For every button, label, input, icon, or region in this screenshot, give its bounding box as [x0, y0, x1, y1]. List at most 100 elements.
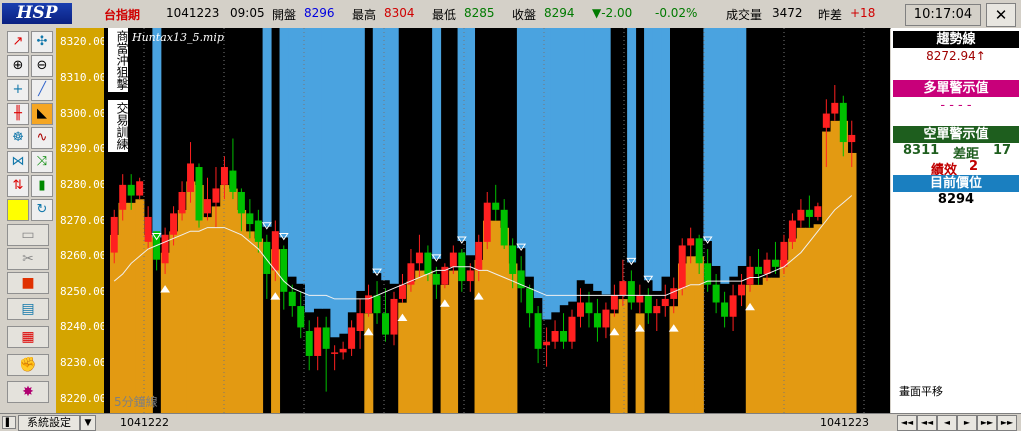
up-down-icon[interactable]: ⇅ [7, 175, 29, 197]
current-price-value: 8294 [937, 192, 975, 207]
nav-forward-button[interactable]: ► [957, 415, 977, 431]
nav-first-button[interactable]: ◄◄ [897, 415, 917, 431]
candle-body [119, 184, 127, 210]
menu-toggle-icon[interactable]: ▌ [2, 416, 16, 429]
bear-zone-bar [338, 28, 348, 334]
bull-zone-bar [126, 202, 136, 413]
strategy-tag: 商當沖狙擊 [108, 28, 129, 92]
split-icon[interactable]: ╫ [7, 103, 29, 125]
bull-zone-bar [203, 217, 213, 413]
candle-body [178, 191, 186, 214]
indicator-icon[interactable]: ☸ [7, 127, 29, 149]
bull-zone-bar [830, 120, 840, 413]
candle-body [187, 163, 195, 192]
bull-zone-bar [423, 270, 433, 413]
burst-icon[interactable]: ✸ [7, 381, 49, 403]
wave-icon[interactable]: ∿ [31, 127, 53, 149]
nav-page-forward-button[interactable]: ►► [977, 415, 997, 431]
zoom-out-icon[interactable]: ⊖ [31, 55, 53, 77]
candle-body [373, 295, 381, 314]
prev-diff-value: +18 [850, 6, 876, 20]
candle-body [398, 284, 406, 299]
short-alert-value: 8311 [903, 143, 940, 158]
bull-zone-bar [805, 227, 815, 413]
grid-icon[interactable]: ▦ [7, 326, 49, 348]
candle-body [432, 273, 440, 285]
settings-button[interactable]: 系統設定 [18, 415, 80, 431]
candle-body [738, 284, 746, 296]
candle-body [695, 238, 703, 264]
candle-body [331, 352, 339, 354]
price-chart[interactable]: 商當沖狙擊 交易訓練 Huntax13_5.mip 5分鐘線 [104, 28, 890, 414]
clock: 10:17:04 [905, 4, 981, 26]
trend-title: 趨勢線 [893, 31, 1019, 48]
candle-body [610, 295, 618, 310]
dropdown-arrow-icon[interactable]: ▼ [80, 415, 96, 431]
candle-body [466, 270, 474, 282]
price-tick-label: 8300.00 [60, 106, 107, 120]
volume-value: 3472 [772, 6, 803, 20]
candle-body [636, 295, 644, 303]
overlay-icon[interactable]: ⤨ [31, 151, 53, 173]
candle-body [644, 295, 652, 314]
zoom-in-icon[interactable]: ⊕ [7, 55, 29, 77]
candle-body [390, 298, 398, 335]
candle-body [424, 252, 432, 274]
color-icon[interactable] [7, 199, 29, 221]
bear-zone-bar [152, 28, 162, 238]
candle-body [771, 259, 779, 267]
pattern-icon[interactable]: ⋈ [7, 151, 29, 173]
candle-body [788, 220, 796, 242]
candle-body [712, 284, 720, 303]
candle-body [814, 206, 822, 217]
bull-zone-bar [169, 231, 179, 413]
price-tick-label: 8280.00 [60, 177, 107, 191]
training-tag: 交易訓練 [108, 100, 129, 152]
ruler-icon[interactable]: ◣ [31, 103, 53, 125]
candle-body [729, 295, 737, 317]
nav-last-button[interactable]: ►► [997, 415, 1017, 431]
nav-back-button[interactable]: ◄ [937, 415, 957, 431]
candle-body [687, 238, 695, 246]
candle-body [170, 213, 178, 235]
candle-body [526, 288, 534, 314]
bull-zone-bar [118, 202, 128, 413]
draw-line-icon[interactable]: ╱ [31, 79, 53, 101]
bear-zone-bar [559, 28, 569, 306]
bear-zone-bar [381, 28, 391, 281]
change-pct: -0.02% [655, 6, 698, 20]
signal-panel: 趨勢線 8272.94↑ 多單警示值 - - - - 空單警示值 8311 差距… [891, 28, 1021, 413]
candle-body [297, 306, 305, 328]
start-date: 1041222 [120, 416, 169, 429]
crosshair-icon[interactable]: + [7, 79, 29, 101]
bull-zone-bar [686, 256, 696, 413]
bear-zone-bar [627, 28, 637, 263]
script-file-label: Huntax13_5.mip [132, 31, 224, 44]
bull-zone-bar [415, 270, 425, 413]
bull-zone-bar [669, 306, 679, 413]
bull-zone-bar [771, 277, 781, 413]
pointer-tool-icon[interactable]: ✣ [31, 31, 53, 53]
bull-zone-bar [754, 284, 764, 413]
candle-body [670, 288, 678, 299]
bull-zone-bar [618, 299, 628, 413]
refresh-icon[interactable]: ↻ [31, 199, 53, 221]
candle-icon[interactable]: ▮ [31, 175, 53, 197]
change-value: ▼-2.00 [592, 6, 633, 20]
bear-zone-bar [432, 28, 442, 259]
report-icon[interactable]: ▤ [7, 298, 49, 320]
candle-body [229, 170, 237, 192]
bull-zone-bar [788, 238, 798, 413]
close-icon[interactable]: ✕ [986, 3, 1016, 27]
candle-body [220, 167, 228, 185]
trendline-tool-icon[interactable]: ↗ [7, 31, 29, 53]
folder-icon[interactable]: ▭ [7, 224, 49, 246]
glove-icon[interactable]: ✊ [7, 354, 49, 376]
stop-icon[interactable]: ■ [7, 272, 49, 294]
candle-body [551, 331, 559, 342]
nav-page-back-button[interactable]: ◄◄ [917, 415, 937, 431]
candle-body [449, 252, 457, 267]
bear-zone-bar [321, 28, 331, 309]
tools-icon[interactable]: ✂ [7, 248, 49, 270]
candle-body [288, 291, 296, 307]
